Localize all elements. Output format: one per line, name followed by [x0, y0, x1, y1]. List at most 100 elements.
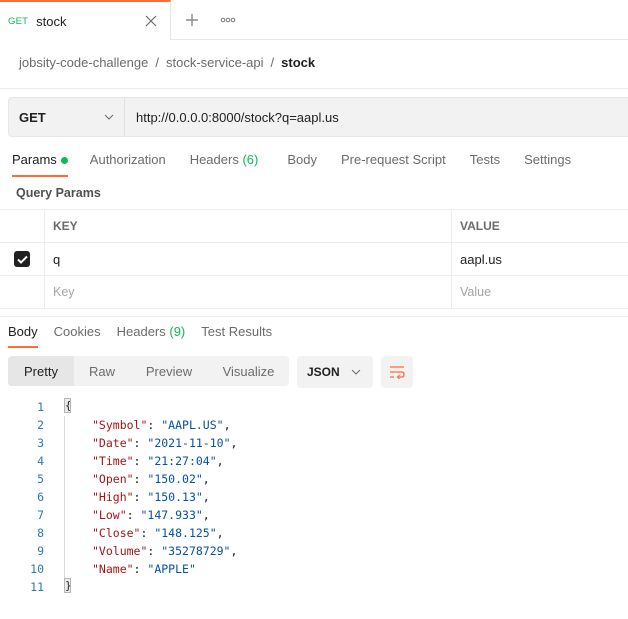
breadcrumb-item-workspace[interactable]: jobsity-code-challenge [19, 55, 148, 70]
divider [0, 88, 628, 89]
query-params-table: KEY VALUE q aapl.us Key Value [0, 209, 628, 309]
code-line: 2 "Symbol": "AAPL.US", [0, 416, 237, 434]
view-pretty-button[interactable]: Pretty [8, 356, 74, 386]
url-input[interactable] [125, 98, 628, 136]
line-number: 8 [37, 526, 44, 540]
params-active-dot [60, 157, 68, 164]
code-line: 4 "Time": "21:27:04", [0, 452, 237, 470]
code-line: 5 "Open": "150.02", [0, 470, 237, 488]
request-tab-stock[interactable]: GET stock [0, 0, 171, 40]
code-line: 6 "High": "150.13", [0, 488, 237, 506]
response-tab-headers-label: Headers [116, 324, 166, 339]
method-select[interactable]: GET [9, 98, 125, 136]
indent-guide [64, 506, 65, 524]
json-value: "2021-11-10" [147, 436, 231, 450]
response-tab-cookies[interactable]: Cookies [54, 324, 101, 348]
indent-guide [64, 416, 65, 434]
wrap-lines-button[interactable] [381, 356, 413, 388]
plus-icon[interactable] [184, 12, 200, 28]
json-key: "Low" [92, 508, 127, 522]
tab-authorization[interactable]: Authorization [90, 152, 166, 177]
tab-settings[interactable]: Settings [524, 152, 571, 177]
code-line: 8 "Close": "148.125", [0, 524, 237, 542]
close-icon[interactable] [144, 14, 158, 28]
response-tabs: Body Cookies Headers (9) Test Results [8, 324, 288, 348]
value-placeholder: Value [460, 285, 492, 299]
column-header-value: VALUE [460, 219, 500, 233]
breadcrumb-current[interactable]: stock [281, 55, 315, 70]
json-key: "Volume" [92, 544, 148, 558]
empty-check-cell [0, 276, 45, 308]
breadcrumb: jobsity-code-challenge / stock-service-a… [19, 55, 315, 70]
response-tab-body-label: Body [8, 324, 38, 339]
tab-headers[interactable]: Headers (6) [190, 152, 259, 177]
response-headers-count: (9) [169, 324, 186, 339]
indent-guide [64, 560, 65, 578]
breadcrumb-separator: / [155, 55, 159, 70]
code-line: 3 "Date": "2021-11-10", [0, 434, 237, 452]
tab-tests[interactable]: Tests [470, 152, 500, 177]
indent-guide [64, 488, 65, 506]
line-number: 11 [30, 580, 44, 594]
column-header-key: KEY [53, 219, 78, 233]
view-preview-button[interactable]: Preview [130, 356, 208, 386]
json-key: "Open" [92, 472, 134, 486]
tab-body[interactable]: Body [287, 152, 317, 177]
json-key: "Symbol" [92, 418, 148, 432]
param-key-cell[interactable]: q [45, 243, 452, 275]
checkmark-icon [16, 255, 28, 264]
line-number: 7 [37, 508, 44, 522]
line-number: 5 [37, 472, 44, 486]
line-number: 9 [37, 544, 44, 558]
url-bar: GET [8, 97, 628, 137]
json-value: "150.02" [147, 472, 203, 486]
view-mode-group: Pretty Raw Preview Visualize [8, 356, 289, 386]
method-value: GET [19, 109, 46, 125]
code-line: 7 "Low": "147.933", [0, 506, 237, 524]
response-divider[interactable] [0, 316, 628, 317]
query-params-title: Query Params [16, 186, 101, 200]
open-brace: { [64, 398, 71, 413]
line-number: 6 [37, 490, 44, 504]
indent-guide [64, 452, 65, 470]
table-row-empty: Key Value [0, 276, 628, 309]
breadcrumb-item-collection[interactable]: stock-service-api [166, 55, 264, 70]
more-options-icon[interactable] [220, 15, 236, 25]
tab-authorization-label: Authorization [89, 152, 166, 167]
tab-params[interactable]: Params [12, 152, 68, 177]
chevron-down-icon [104, 114, 114, 120]
line-number: 10 [30, 562, 44, 576]
new-value-input[interactable]: Value [452, 276, 628, 308]
response-tab-test-results[interactable]: Test Results [201, 324, 272, 348]
format-value: JSON [307, 365, 340, 379]
json-value: "APPLE" [147, 562, 196, 576]
chevron-down-icon [351, 369, 361, 375]
tab-strip: GET stock [0, 0, 628, 40]
json-value: "148.125" [154, 526, 217, 540]
indent-guide [64, 524, 65, 542]
view-raw-button[interactable]: Raw [74, 356, 130, 386]
response-tab-test-results-label: Test Results [201, 324, 273, 339]
param-value-cell[interactable]: aapl.us [452, 243, 628, 275]
table-header-row: KEY VALUE [0, 210, 628, 243]
breadcrumb-separator: / [270, 55, 275, 70]
headers-count: (6) [242, 152, 259, 167]
response-tab-headers[interactable]: Headers (9) [117, 324, 186, 348]
param-key: q [53, 251, 61, 267]
request-tabs: Params Authorization Headers (6) Body Pr… [12, 152, 595, 177]
format-select[interactable]: JSON [297, 356, 373, 388]
response-tab-body[interactable]: Body [8, 324, 38, 348]
code-line: 11 } [0, 578, 237, 596]
json-key: "Date" [92, 436, 134, 450]
tab-pre-request-script[interactable]: Pre-request Script [341, 152, 446, 177]
response-body-editor[interactable]: 1 { 2 "Symbol": "AAPL.US", 3 "Date": "20… [0, 398, 237, 596]
param-value: aapl.us [460, 251, 502, 267]
tab-pre-request-label: Pre-request Script [340, 152, 446, 167]
code-line: 1 { [0, 398, 237, 416]
json-value: "AAPL.US" [161, 418, 224, 432]
tab-settings-label: Settings [524, 152, 572, 167]
param-enabled-checkbox[interactable] [14, 251, 30, 267]
view-visualize-button[interactable]: Visualize [208, 356, 289, 386]
new-key-input[interactable]: Key [45, 276, 452, 308]
json-value: "21:27:04" [147, 454, 217, 468]
